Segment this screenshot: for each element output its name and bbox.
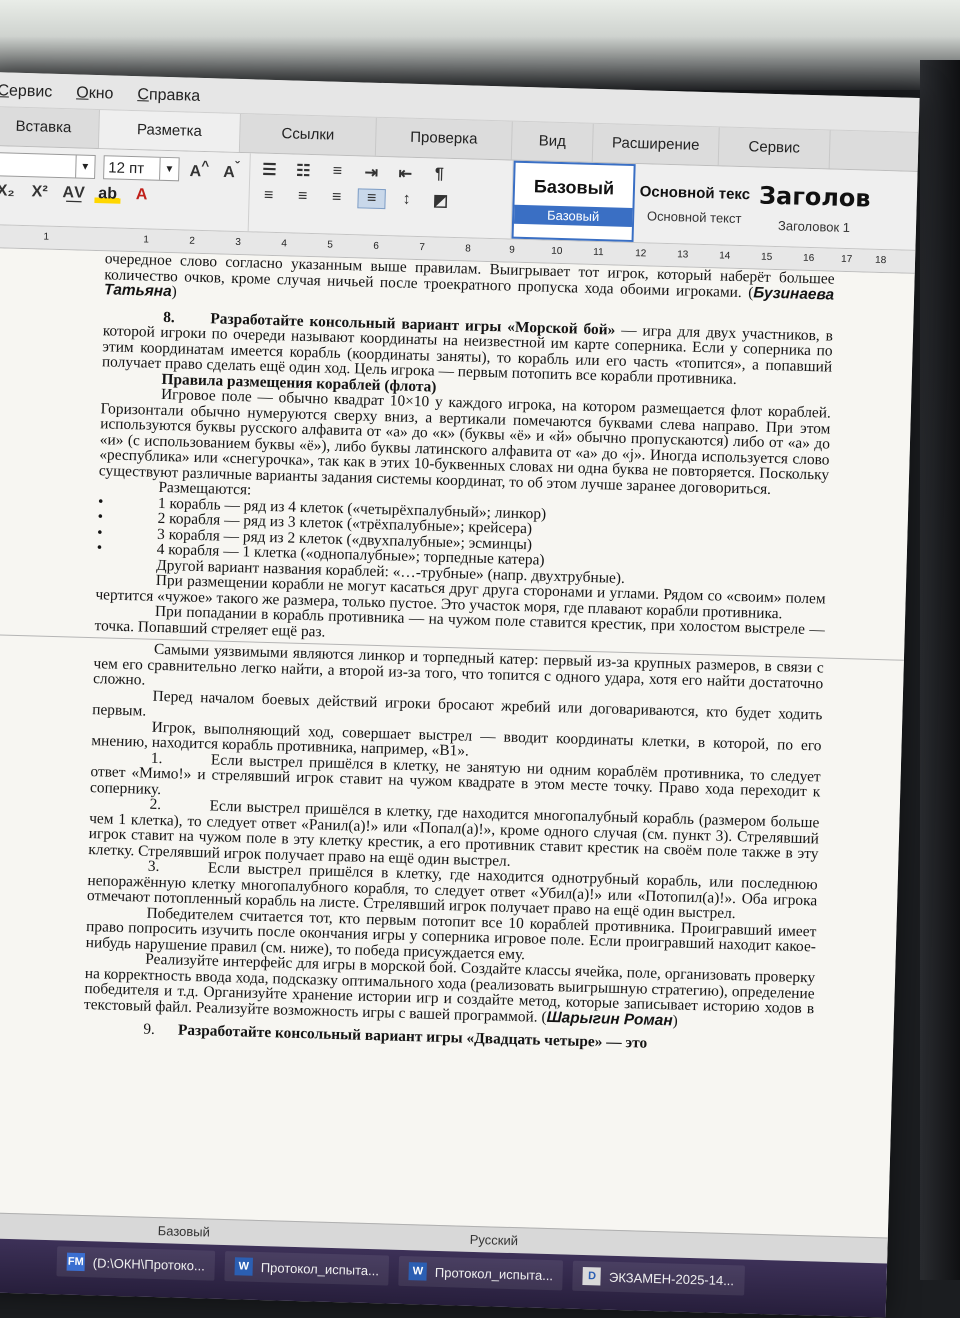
pilcrow-icon[interactable]: ¶ bbox=[426, 165, 452, 184]
font-size-combo[interactable]: 12 пт ▼ bbox=[102, 155, 180, 182]
font-size-value: 12 пт bbox=[108, 158, 145, 177]
align-left-icon[interactable]: ≡ bbox=[255, 186, 281, 205]
file-manager-icon: FM bbox=[66, 1252, 86, 1272]
increase-indent-icon[interactable]: ⇥ bbox=[358, 162, 385, 183]
tab-insert[interactable]: Вставка bbox=[0, 106, 100, 149]
document-icon: D bbox=[582, 1267, 602, 1286]
status-language[interactable]: Русский bbox=[470, 1232, 519, 1248]
menu-window[interactable]: Окно bbox=[76, 84, 114, 109]
chevron-down-icon: ▼ bbox=[75, 155, 95, 178]
font-name-combo[interactable]: ▼ bbox=[0, 152, 96, 179]
paragraph-group: ☰ ☷ ≡ ⇥ ⇤ ¶ ≡ ≡ ≡ ≡ ↕ ◩ bbox=[248, 153, 514, 239]
document-page[interactable]: очередное слово согласно указанным выше … bbox=[0, 247, 920, 1274]
multilevel-list-icon[interactable]: ≡ bbox=[324, 162, 350, 181]
styles-gallery: Базовый Базовый Основной текс Основной т… bbox=[511, 160, 918, 250]
author-name: Шарыгин Роман bbox=[546, 1008, 673, 1029]
menu-help[interactable]: Справка bbox=[137, 86, 200, 112]
chevron-down-icon: ▼ bbox=[159, 157, 179, 181]
application-window: Сервис Окно Справка Вставка Разметка Ссы… bbox=[0, 72, 920, 1318]
status-style[interactable]: Базовый bbox=[158, 1223, 211, 1239]
grow-font-button[interactable]: A^ bbox=[187, 158, 212, 182]
shading-icon[interactable]: ◩ bbox=[427, 190, 454, 211]
tab-service[interactable]: Сервис bbox=[718, 127, 831, 169]
font-group: ▼ 12 пт ▼ A^ Aˇ X₂ X² A͟V ab A bbox=[0, 145, 251, 232]
tab-view[interactable]: Вид bbox=[511, 121, 594, 162]
bullet-list-icon[interactable]: ☰ bbox=[256, 159, 283, 180]
menu-service[interactable]: Сервис bbox=[0, 82, 52, 108]
shrink-font-button[interactable]: Aˇ bbox=[219, 159, 244, 183]
decrease-indent-icon[interactable]: ⇤ bbox=[392, 163, 419, 184]
numbered-list-icon[interactable]: ☷ bbox=[290, 160, 317, 181]
taskbar-item-word-1[interactable]: W Протокол_испыта... bbox=[224, 1251, 390, 1286]
subscript-button[interactable]: X₂ bbox=[0, 182, 19, 201]
line-spacing-icon[interactable]: ↕ bbox=[393, 190, 419, 209]
justify-icon[interactable]: ≡ bbox=[357, 188, 386, 210]
superscript-button[interactable]: X² bbox=[26, 183, 52, 202]
highlight-icon[interactable]: ab bbox=[94, 184, 121, 204]
align-center-icon[interactable]: ≡ bbox=[289, 187, 315, 206]
tab-references[interactable]: Ссылки bbox=[239, 114, 377, 156]
taskbar-item-file-manager[interactable]: FM (D:\ОКН\Протоко... bbox=[56, 1246, 216, 1281]
word-icon: W bbox=[408, 1262, 428, 1281]
tab-extension[interactable]: Расширение bbox=[592, 123, 720, 166]
align-right-icon[interactable]: ≡ bbox=[323, 188, 349, 207]
word-icon: W bbox=[234, 1257, 254, 1276]
tab-review[interactable]: Проверка bbox=[375, 117, 513, 160]
style-body-text[interactable]: Основной текс Основной текст bbox=[634, 164, 756, 245]
taskbar-item-word-2[interactable]: W Протокол_испыта... bbox=[398, 1255, 564, 1291]
taskbar-item-document[interactable]: D ЭКЗАМЕН-2025-14... bbox=[572, 1260, 745, 1296]
font-color-icon[interactable]: A bbox=[128, 186, 154, 205]
tab-layout[interactable]: Разметка bbox=[98, 110, 241, 153]
monitor-bezel bbox=[920, 60, 960, 1280]
style-heading-1[interactable]: Заголов Заголовок 1 bbox=[753, 167, 875, 248]
style-basic[interactable]: Базовый Базовый bbox=[511, 160, 636, 243]
char-spacing-icon[interactable]: A͟V bbox=[60, 184, 86, 203]
